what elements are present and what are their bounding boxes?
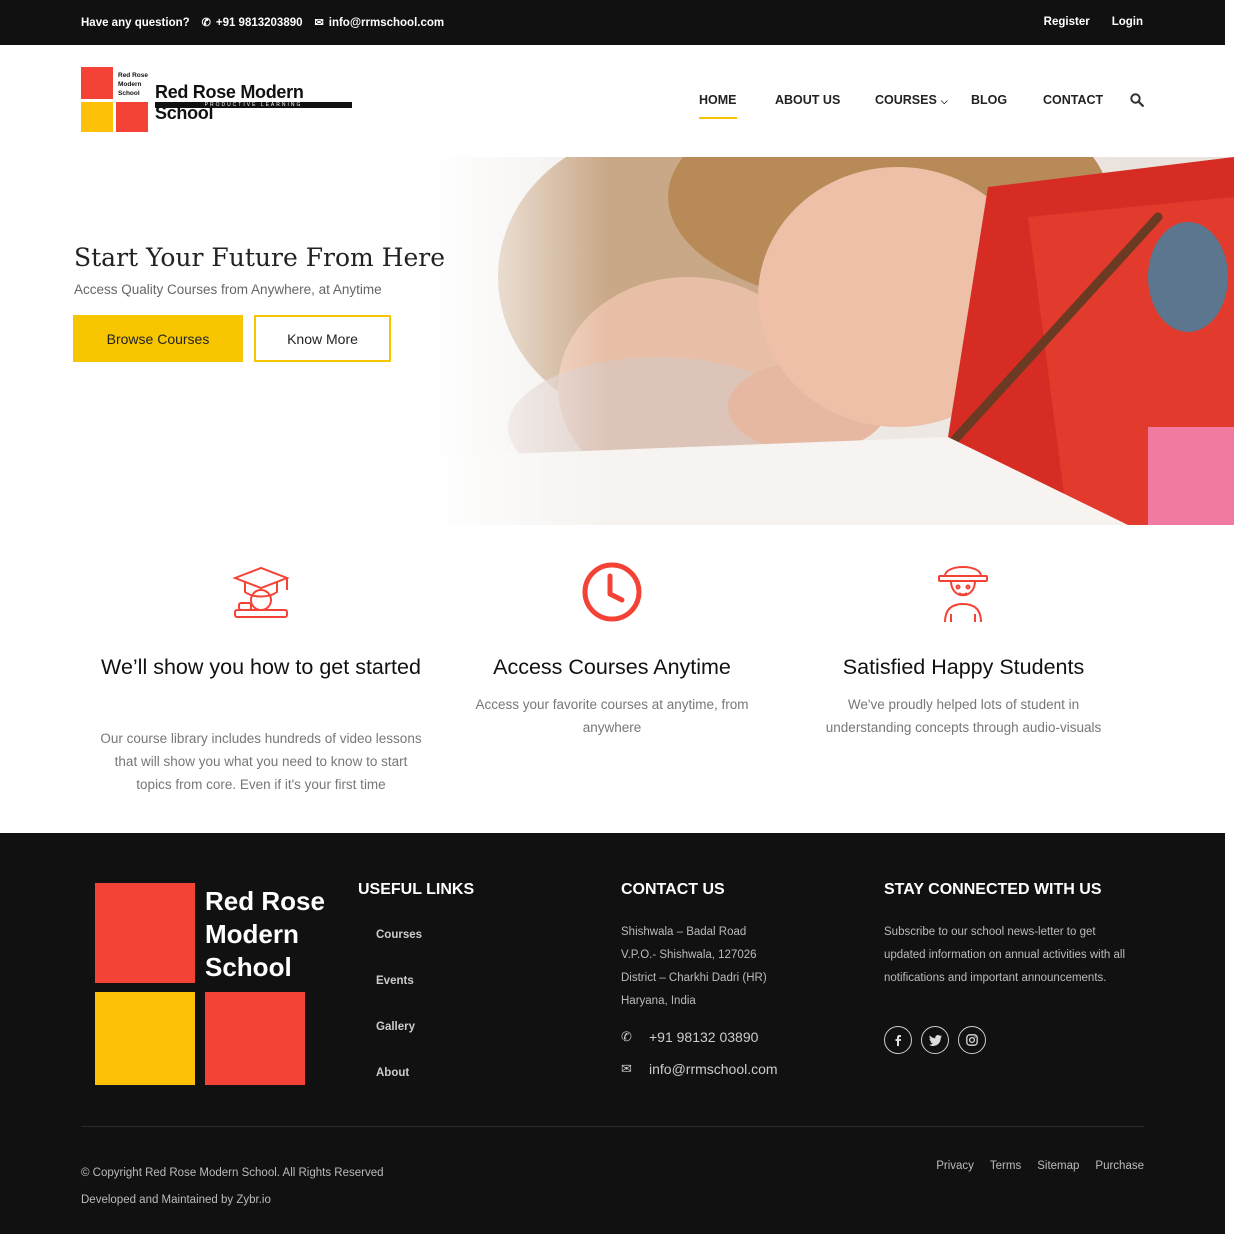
- footer-phone-text: +91 98132 03890: [649, 1029, 759, 1045]
- address-block: Shishwala – Badal Road V.P.O.- Shishwala…: [621, 921, 767, 1013]
- logo-small-line: Red Rose: [118, 72, 148, 79]
- legal-links: Privacy Terms Sitemap Purchase: [936, 1160, 1144, 1172]
- register-link[interactable]: Register: [1044, 16, 1090, 28]
- clock-icon: [582, 562, 642, 622]
- hero-title: Start Your Future From Here: [74, 243, 446, 272]
- address-line: Haryana, India: [621, 995, 696, 1007]
- phone-item[interactable]: ✆ +91 9813203890: [202, 16, 303, 29]
- purchase-link[interactable]: Purchase: [1095, 1160, 1144, 1172]
- logo-small-text: Red Rose Modern School: [118, 71, 148, 98]
- footer-logo-line: Modern: [205, 919, 299, 949]
- feature-title: Satisfied Happy Students: [842, 655, 1085, 679]
- auth-links: Register Login: [1044, 16, 1143, 28]
- logo-small-line: School: [118, 90, 140, 97]
- phone-icon: ✆: [621, 1029, 632, 1044]
- footer-logo-line: Red Rose: [205, 886, 325, 916]
- nav-about[interactable]: ABOUT US: [775, 93, 840, 107]
- feature-text: Access your favorite courses at anytime,…: [475, 697, 749, 735]
- top-bar-contact: Have any question? ✆ +91 9813203890 ✉ info…: [81, 16, 445, 30]
- site-logo[interactable]: Red Rose Modern School Red Rose Modern S…: [81, 67, 361, 135]
- footer-email-text: info@rrmschool.com: [649, 1061, 778, 1077]
- site-footer: Red Rose Modern School USEFUL LINKS Cour…: [0, 833, 1225, 1234]
- nav-blog[interactable]: BLOG: [971, 93, 1007, 107]
- feature-text: We've proudly helped lots of student in …: [825, 697, 1102, 735]
- address-line: V.P.O.- Shishwala, 127026: [621, 949, 757, 961]
- social-links: [884, 1026, 986, 1054]
- footer-divider: [81, 1126, 1144, 1127]
- nav-courses[interactable]: COURSES ⌵: [875, 93, 948, 107]
- developer-credit[interactable]: Developed and Maintained by Zybr.io: [81, 1187, 384, 1214]
- footer-logo-line: School: [205, 952, 292, 982]
- contact-column: CONTACT US: [621, 881, 725, 899]
- twitter-link[interactable]: [921, 1026, 949, 1054]
- footer-link-gallery[interactable]: Gallery: [376, 1021, 415, 1033]
- footer-link-courses[interactable]: Courses: [376, 929, 422, 941]
- footer-logo[interactable]: Red Rose Modern School: [95, 883, 335, 1088]
- nav-contact[interactable]: CONTACT: [1043, 93, 1103, 107]
- phone-text: +91 9813203890: [215, 17, 303, 29]
- feature-text: Our course library includes hundreds of …: [100, 731, 422, 792]
- top-bar: Have any question? ✆ +91 9813203890 ✉ info…: [0, 0, 1225, 45]
- footer-phone[interactable]: ✆ +91 98132 03890: [621, 1029, 758, 1045]
- envelope-icon: ✉: [314, 17, 324, 29]
- footer-logo-text: Red Rose Modern School: [205, 885, 325, 984]
- search-icon[interactable]: [1130, 93, 1144, 107]
- email-text: info@rrmschool.com: [328, 17, 445, 29]
- newsletter-text: Subscribe to our school news-letter to g…: [884, 926, 1126, 984]
- privacy-link[interactable]: Privacy: [936, 1160, 974, 1172]
- logo-square-red-2: [116, 102, 148, 132]
- footer-logo-square-red: [95, 883, 195, 983]
- footer-logo-square-yellow: [95, 992, 195, 1085]
- footer-link-about[interactable]: About: [376, 1067, 409, 1079]
- useful-links-column: USEFUL LINKS: [358, 881, 474, 899]
- hero-subtitle: Access Quality Courses from Anywhere, at…: [74, 282, 382, 297]
- logo-tagline: PRODUCTIVE LEARNING: [155, 102, 352, 108]
- address-line: District – Charkhi Dadri (HR): [621, 972, 767, 984]
- terms-link[interactable]: Terms: [990, 1160, 1021, 1172]
- instagram-icon: [966, 1034, 978, 1046]
- address-line: Shishwala – Badal Road: [621, 926, 747, 938]
- site-header: Red Rose Modern School Red Rose Modern S…: [0, 45, 1234, 157]
- footer-link-events[interactable]: Events: [376, 975, 414, 987]
- useful-links-title: USEFUL LINKS: [358, 881, 475, 898]
- nav-home[interactable]: HOME: [699, 93, 737, 119]
- instagram-link[interactable]: [958, 1026, 986, 1054]
- email-item[interactable]: ✉ info@rrmschool.com: [315, 16, 445, 29]
- copyright-block: © Copyright Red Rose Modern School. All …: [81, 1160, 384, 1214]
- sitemap-link[interactable]: Sitemap: [1037, 1160, 1079, 1172]
- login-link[interactable]: Login: [1112, 16, 1143, 28]
- hero-fade-overlay: [428, 157, 608, 525]
- question-label: Have any question?: [81, 16, 190, 29]
- contact-title: CONTACT US: [621, 881, 725, 898]
- phone-icon: ✆: [201, 17, 211, 29]
- facebook-icon: [895, 1035, 901, 1046]
- chevron-down-icon: ⌵: [940, 96, 948, 106]
- footer-logo-square-red-2: [205, 992, 305, 1085]
- logo-square-yellow: [81, 102, 113, 132]
- facebook-link[interactable]: [884, 1026, 912, 1054]
- feature-title: We’ll show you how to get started: [101, 655, 421, 679]
- logo-square-red: [81, 67, 113, 99]
- envelope-icon: ✉: [621, 1061, 632, 1076]
- logo-small-line: Modern: [118, 81, 142, 88]
- twitter-icon: [928, 1034, 942, 1046]
- stay-connected-title: STAY CONNECTED WITH US: [884, 881, 1102, 898]
- feature-title: Access Courses Anytime: [493, 655, 731, 679]
- browse-courses-button[interactable]: Browse Courses: [73, 315, 243, 362]
- features-section: We’ll show you how to get started Our co…: [0, 525, 1234, 833]
- stay-connected-column: STAY CONNECTED WITH US: [884, 881, 1102, 899]
- nav-courses-label: COURSES: [875, 93, 937, 107]
- copyright-text: © Copyright Red Rose Modern School. All …: [81, 1167, 384, 1179]
- graduation-globe-icon: [232, 566, 290, 618]
- footer-email[interactable]: ✉ info@rrmschool.com: [621, 1061, 778, 1077]
- student-icon: [938, 566, 988, 623]
- hero-section: Start Your Future From Here Access Quali…: [0, 157, 1234, 525]
- know-more-button[interactable]: Know More: [254, 315, 391, 362]
